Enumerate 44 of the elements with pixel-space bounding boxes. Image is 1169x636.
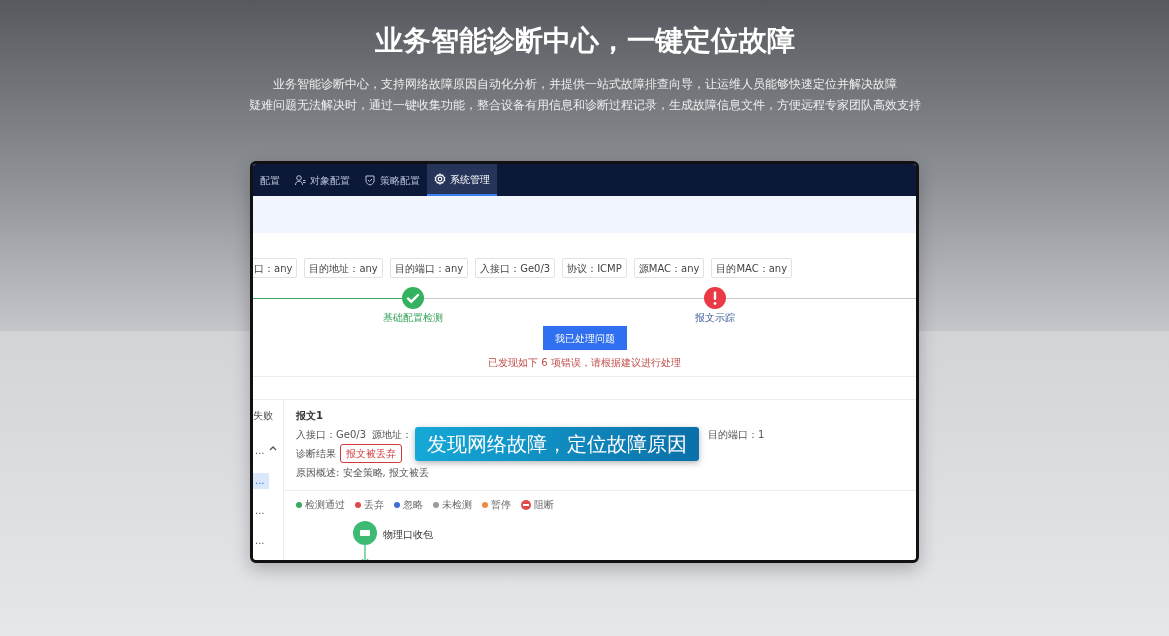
error-icon — [703, 286, 727, 310]
step-label: 报文示踪 — [695, 311, 735, 325]
filter-chip: 源MAC：any — [633, 258, 705, 278]
shield-icon — [364, 174, 376, 186]
legend-label: 检测通过 — [305, 498, 345, 512]
caption-banner: 发现网络故障，定位故障原因 — [415, 427, 699, 461]
flow-node-label: 物理口收包 — [383, 528, 433, 542]
nav-tab[interactable]: 策略配置 — [357, 164, 427, 196]
scroll-up-icon[interactable] — [269, 445, 277, 451]
description-text: 疑难问题无法解决时，通过一键收集功能，整合设备有用信息和诊断过程记录，生成故障信息文件，方便远程专家团队高效支持 — [248, 97, 921, 114]
result-label: 诊断结果 — [296, 447, 336, 461]
packet-field: 入接口：Ge0/3 — [296, 427, 366, 442]
resolved-button[interactable]: 我已处理问题 — [542, 326, 627, 350]
page-title: 业务智能诊断中心，一键定位故障 — [374, 23, 795, 59]
legend-label: 丢弃 — [364, 498, 384, 512]
legend-label: 暂停 — [491, 498, 511, 512]
step-label: 基础配置检测 — [383, 311, 443, 325]
sidebar-heading: 失败 — [253, 409, 274, 423]
sidebar-item[interactable]: ... — [253, 473, 269, 489]
sidebar-item[interactable]: ... — [253, 443, 269, 459]
packet-title: 报文1 — [296, 409, 324, 423]
legend-label: 阻断 — [534, 498, 554, 512]
filter-chip: 目的地址：any — [304, 258, 383, 278]
nav-tab[interactable]: 配置 — [253, 164, 287, 196]
nav-tab[interactable]: 对象配置 — [287, 164, 357, 196]
filter-chip: 口：any — [253, 258, 298, 278]
reason-text: 原因概述: 安全策略, 报文被丢 — [296, 466, 430, 480]
result-tag: 报文被丢弃 — [340, 444, 402, 463]
legend-label: 未检测 — [442, 498, 472, 512]
user-icon — [294, 174, 306, 186]
description-text: 业务智能诊断中心，支持网络故障原因自动化分析，并提供一站式故障排查向导，让运维人员能够快速定位并解决故障 — [272, 76, 897, 93]
settings-icon — [434, 173, 446, 185]
filter-chip: 入接口：Ge0/3 — [475, 258, 556, 278]
filter-chip: 目的MAC：any — [711, 258, 793, 278]
filter-chip: 目的端口：any — [389, 258, 469, 278]
legend-label: 忽略 — [403, 498, 423, 512]
flow-drawing — [352, 520, 378, 560]
filter-chip: 协议：ICMP — [562, 258, 627, 278]
packet-field: 目的端口：1 — [708, 427, 765, 442]
error-message: 已发现如下 6 项错误，请根据建议进行处理 — [488, 356, 681, 370]
packet-field: 源地址： — [372, 427, 412, 442]
sidebar-item[interactable]: ... — [253, 533, 269, 549]
nav-tab[interactable]: 系统管理 — [427, 164, 497, 196]
sidebar-item[interactable]: ... — [253, 503, 269, 519]
